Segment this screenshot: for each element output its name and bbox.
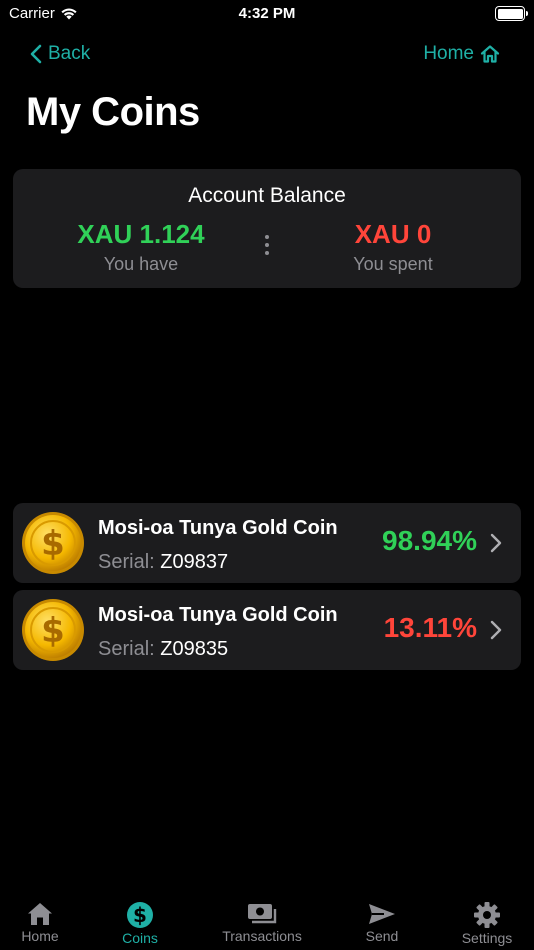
tab-send-label: Send [365, 928, 399, 944]
coin-name: Mosi-oa Tunya Gold Coin [98, 517, 338, 539]
home-label: Home [423, 43, 474, 64]
status-time: 4:32 PM [238, 5, 296, 22]
serial-value: Z09837 [160, 551, 229, 573]
svg-text:$: $ [41, 524, 65, 564]
coin-serial: Serial: Z09835 [98, 638, 228, 661]
chevron-right-icon [490, 620, 502, 640]
balance-have-value: XAU 1.124 [77, 219, 205, 249]
balance-title: Account Balance [188, 184, 346, 207]
coin-percent: 13.11% [383, 612, 477, 643]
home-button[interactable]: Home [423, 43, 500, 65]
balance-have-caption: You have [103, 254, 179, 274]
house-icon [28, 903, 52, 925]
paper-plane-icon [369, 904, 395, 924]
chevron-left-icon [30, 44, 42, 64]
tab-bar: Home $ Coins Transactions Send Settings [0, 895, 534, 950]
house-outline-icon [480, 45, 500, 63]
coin-list-item[interactable]: $ Mosi-oa Tunya Gold Coin Serial: Z09835… [13, 590, 521, 670]
page-title: My Coins [26, 90, 200, 134]
coin-list-item[interactable]: $ Mosi-oa Tunya Gold Coin Serial: Z09837… [13, 503, 521, 583]
account-balance-card: Account Balance XAU 1.124 You have XAU 0… [13, 169, 521, 288]
gold-dollar-coin-icon: $ [22, 512, 84, 574]
balance-spent-value: XAU 0 [354, 219, 432, 249]
balance-have: XAU 1.124 You have [41, 219, 241, 275]
tab-settings-label: Settings [461, 930, 513, 946]
chevron-right-icon [490, 533, 502, 553]
tab-settings[interactable]: Settings [437, 895, 534, 950]
status-bar: Carrier 4:32 PM [0, 0, 534, 30]
gear-icon [474, 902, 500, 928]
serial-label: Serial: [98, 551, 155, 573]
svg-text:$: $ [41, 611, 65, 651]
more-vertical-icon[interactable] [262, 235, 272, 255]
dollar-circle-icon: $ [127, 902, 153, 928]
serial-label: Serial: [98, 638, 155, 660]
back-label: Back [48, 43, 91, 64]
gold-dollar-coin-icon: $ [22, 599, 84, 661]
tab-home[interactable]: Home [0, 895, 90, 950]
tab-send[interactable]: Send [332, 895, 432, 950]
tab-coins[interactable]: $ Coins [90, 895, 190, 950]
tab-home-label: Home [21, 928, 59, 944]
serial-value: Z09835 [160, 638, 229, 660]
coin-serial: Serial: Z09837 [98, 551, 228, 574]
tab-transactions-label: Transactions [222, 928, 302, 944]
cash-stack-icon [248, 904, 277, 924]
balance-spent: XAU 0 You spent [293, 219, 493, 275]
balance-spent-caption: You spent [353, 254, 433, 274]
battery-icon [495, 6, 528, 21]
back-button[interactable]: Back [30, 43, 90, 65]
coin-name: Mosi-oa Tunya Gold Coin [98, 604, 338, 626]
svg-text:$: $ [133, 903, 147, 927]
tab-transactions[interactable]: Transactions [212, 895, 312, 950]
coin-percent: 98.94% [382, 525, 477, 556]
tab-coins-label: Coins [122, 930, 158, 946]
